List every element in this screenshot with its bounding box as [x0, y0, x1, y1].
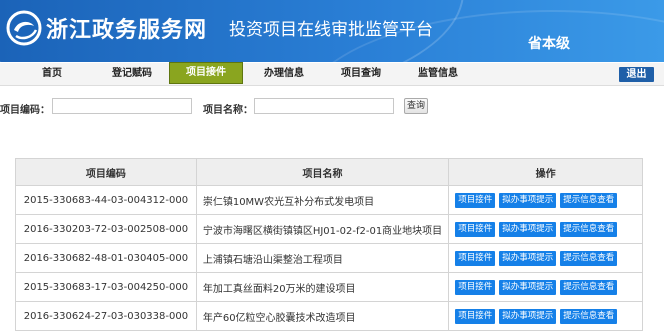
suggest-items-button[interactable]: 拟办事项提示 — [499, 192, 557, 208]
project-code-cell: 2015-330683-44-03-004312-000 — [15, 185, 197, 215]
receive-button[interactable]: 项目接件 — [455, 279, 496, 295]
search-button[interactable]: 查询 — [404, 98, 428, 114]
table-row: 2015-330683-17-03-004250-000 年加工真丝面料20万米… — [15, 272, 643, 302]
ops-cell: 项目接件 拟办事项提示 提示信息查看 — [448, 301, 643, 331]
code-label: 项目编码： — [0, 105, 50, 116]
project-code-cell: 2015-330683-17-03-004250-000 — [15, 272, 197, 302]
table-row: 2016-330624-27-03-030338-000 年产60亿粒空心胶囊技… — [15, 301, 643, 331]
ops-cell: 项目接件 拟办事项提示 提示信息查看 — [448, 272, 643, 302]
project-code-cell: 2016-330624-27-03-030338-000 — [15, 301, 197, 331]
name-label: 项目名称： — [203, 105, 253, 116]
receive-button[interactable]: 项目接件 — [455, 221, 496, 237]
project-name-cell: 崇仁镇10MW农光互补分布式发电项目 — [195, 185, 450, 215]
nav-item-supervision-info[interactable]: 监管信息 — [410, 63, 466, 85]
column-header-name: 项目名称 — [195, 158, 450, 186]
project-name-cell: 上浦镇石塘沿山渠整治工程项目 — [195, 243, 450, 273]
view-tips-button[interactable]: 提示信息查看 — [560, 279, 618, 295]
receive-button[interactable]: 项目接件 — [455, 192, 496, 208]
project-code-input[interactable] — [52, 98, 192, 114]
project-name-cell: 年产60亿粒空心胶囊技术改造项目 — [195, 301, 450, 331]
ops-cell: 项目接件 拟办事项提示 提示信息查看 — [448, 214, 643, 244]
column-header-ops: 操作 — [448, 158, 643, 186]
table-row: 2016-330682-48-01-030405-000 上浦镇石塘沿山渠整治工… — [15, 243, 643, 273]
ops-cell: 项目接件 拟办事项提示 提示信息查看 — [448, 185, 643, 215]
site-logo-icon — [6, 10, 42, 46]
suggest-items-button[interactable]: 拟办事项提示 — [499, 279, 557, 295]
search-bar: 项目编码： 项目名称： 查询 — [0, 98, 664, 118]
project-code-cell: 2016-330682-48-01-030405-000 — [15, 243, 197, 273]
suggest-items-button[interactable]: 拟办事项提示 — [499, 250, 557, 266]
suggest-items-button[interactable]: 拟办事项提示 — [499, 221, 557, 237]
receive-button[interactable]: 项目接件 — [455, 250, 496, 266]
project-table: 项目编码 项目名称 操作 2015-330683-44-03-004312-00… — [15, 158, 643, 331]
view-tips-button[interactable]: 提示信息查看 — [560, 250, 618, 266]
ops-cell: 项目接件 拟办事项提示 提示信息查看 — [448, 243, 643, 273]
site-title: 浙江政务服务网 — [46, 18, 208, 43]
project-name-input[interactable] — [254, 98, 394, 114]
nav-item-receive[interactable]: 项目接件 — [169, 62, 243, 84]
column-header-code: 项目编码 — [15, 158, 197, 186]
nav-item-home[interactable]: 首页 — [30, 63, 74, 85]
logout-button[interactable]: 退出 — [619, 67, 654, 82]
header-banner: 浙江政务服务网 投资项目在线审批监管平台 省本级 — [0, 0, 664, 62]
main-nav: 首页 登记赋码 项目接件 办理信息 项目查询 监管信息 — [0, 62, 664, 86]
table-header-row: 项目编码 项目名称 操作 — [15, 158, 643, 186]
table-row: 2016-330203-72-03-002508-000 宁波市海曙区横街镇镇区… — [15, 214, 643, 244]
view-tips-button[interactable]: 提示信息查看 — [560, 192, 618, 208]
table-row: 2015-330683-44-03-004312-000 崇仁镇10MW农光互补… — [15, 185, 643, 215]
admin-level: 省本级 — [528, 36, 570, 52]
nav-item-project-query[interactable]: 项目查询 — [333, 63, 389, 85]
view-tips-button[interactable]: 提示信息查看 — [560, 221, 618, 237]
nav-item-handling-info[interactable]: 办理信息 — [256, 63, 312, 85]
suggest-items-button[interactable]: 拟办事项提示 — [499, 308, 557, 324]
view-tips-button[interactable]: 提示信息查看 — [560, 308, 618, 324]
project-code-cell: 2016-330203-72-03-002508-000 — [15, 214, 197, 244]
site-subtitle: 投资项目在线审批监管平台 — [229, 20, 433, 40]
project-name-cell: 年加工真丝面料20万米的建设项目 — [195, 272, 450, 302]
project-name-cell: 宁波市海曙区横街镇镇区HJ01-02-f2-01商业地块项目 — [195, 214, 450, 244]
nav-item-register[interactable]: 登记赋码 — [104, 63, 160, 85]
receive-button[interactable]: 项目接件 — [455, 308, 496, 324]
